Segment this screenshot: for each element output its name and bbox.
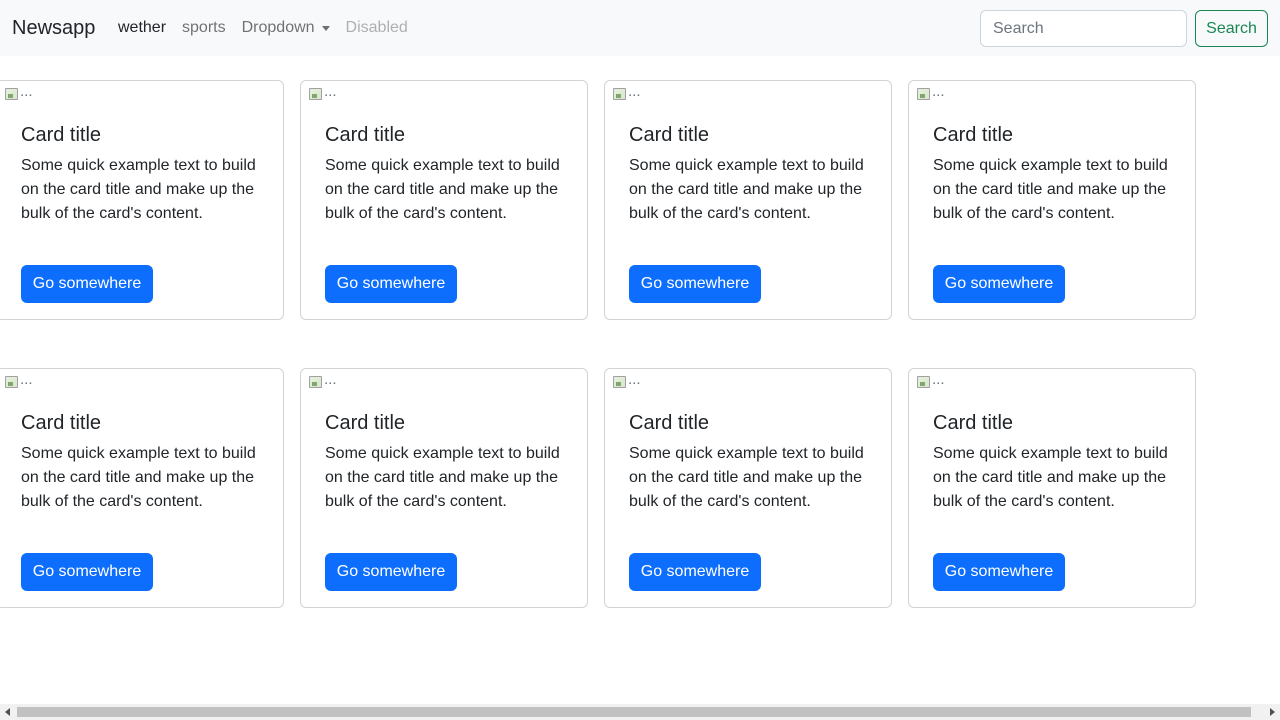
broken-image-icon <box>613 376 626 388</box>
search-button[interactable]: Search <box>1195 10 1268 47</box>
card: ... Card title Some quick example text t… <box>300 80 588 320</box>
card-text: Some quick example text to build on the … <box>21 157 256 222</box>
nav-link-wether[interactable]: wether <box>110 18 174 38</box>
card-image-alt: ... <box>324 83 337 100</box>
broken-image-icon <box>5 376 18 388</box>
caret-down-icon <box>321 25 330 31</box>
card: ... Card title Some quick example text t… <box>300 368 588 608</box>
go-somewhere-button[interactable]: Go somewhere <box>933 265 1065 303</box>
card: ... Card title Some quick example text t… <box>0 80 284 320</box>
card-image: ... <box>917 83 945 100</box>
nav-link-sports[interactable]: sports <box>174 18 234 38</box>
broken-image-icon <box>917 88 930 100</box>
card-title: Card title <box>325 124 406 146</box>
horizontal-scrollbar[interactable] <box>0 704 1280 720</box>
go-somewhere-button[interactable]: Go somewhere <box>629 265 761 303</box>
card-image-alt: ... <box>324 371 337 388</box>
broken-image-icon <box>613 88 626 100</box>
go-somewhere-button[interactable]: Go somewhere <box>21 553 153 591</box>
card-text: Some quick example text to build on the … <box>629 445 864 510</box>
go-somewhere-button[interactable]: Go somewhere <box>629 553 761 591</box>
nav-links: wether sports Dropdown Disabled <box>110 18 416 38</box>
card: ... Card title Some quick example text t… <box>908 368 1196 608</box>
card: ... Card title Some quick example text t… <box>0 368 284 608</box>
scroll-left-arrow-icon[interactable] <box>5 708 10 716</box>
broken-image-icon <box>309 88 322 100</box>
card-image-alt: ... <box>932 371 945 388</box>
card-image-alt: ... <box>20 371 33 388</box>
card-text: Some quick example text to build on the … <box>629 157 864 222</box>
broken-image-icon <box>309 376 322 388</box>
card: ... Card title Some quick example text t… <box>604 80 892 320</box>
navbar: Newsapp wether sports Dropdown Disabled … <box>0 0 1280 56</box>
card-image: ... <box>613 83 641 100</box>
card-title: Card title <box>325 412 406 434</box>
card: ... Card title Some quick example text t… <box>604 368 892 608</box>
card-title: Card title <box>933 412 1014 434</box>
go-somewhere-button[interactable]: Go somewhere <box>325 265 457 303</box>
nav-link-disabled: Disabled <box>345 19 408 36</box>
card-text: Some quick example text to build on the … <box>21 445 256 510</box>
card-text: Some quick example text to build on the … <box>325 157 560 222</box>
card: ... Card title Some quick example text t… <box>908 80 1196 320</box>
go-somewhere-button[interactable]: Go somewhere <box>325 553 457 591</box>
card-text: Some quick example text to build on the … <box>933 157 1168 222</box>
card-title: Card title <box>629 412 710 434</box>
broken-image-icon <box>917 376 930 388</box>
broken-image-icon <box>5 88 18 100</box>
card-image-alt: ... <box>932 83 945 100</box>
card-title: Card title <box>21 124 102 146</box>
card-image: ... <box>613 371 641 388</box>
card-image: ... <box>309 371 337 388</box>
card-text: Some quick example text to build on the … <box>933 445 1168 510</box>
navbar-brand[interactable]: Newsapp <box>12 15 95 41</box>
card-title: Card title <box>21 412 102 434</box>
nav-dropdown-label: Dropdown <box>241 19 315 36</box>
card-text: Some quick example text to build on the … <box>325 445 560 510</box>
card-image: ... <box>5 371 33 388</box>
card-title: Card title <box>933 124 1014 146</box>
card-image-alt: ... <box>20 83 33 100</box>
nav-dropdown-toggle[interactable]: Dropdown <box>234 18 338 38</box>
card-image: ... <box>917 371 945 388</box>
scrollbar-thumb[interactable] <box>17 707 1251 717</box>
card-image: ... <box>5 83 33 100</box>
card-title: Card title <box>629 124 710 146</box>
scroll-right-arrow-icon[interactable] <box>1270 708 1275 716</box>
card-image-alt: ... <box>628 371 641 388</box>
go-somewhere-button[interactable]: Go somewhere <box>933 553 1065 591</box>
card-image-alt: ... <box>628 83 641 100</box>
search-input[interactable] <box>980 10 1187 47</box>
card-image: ... <box>309 83 337 100</box>
go-somewhere-button[interactable]: Go somewhere <box>21 265 153 303</box>
